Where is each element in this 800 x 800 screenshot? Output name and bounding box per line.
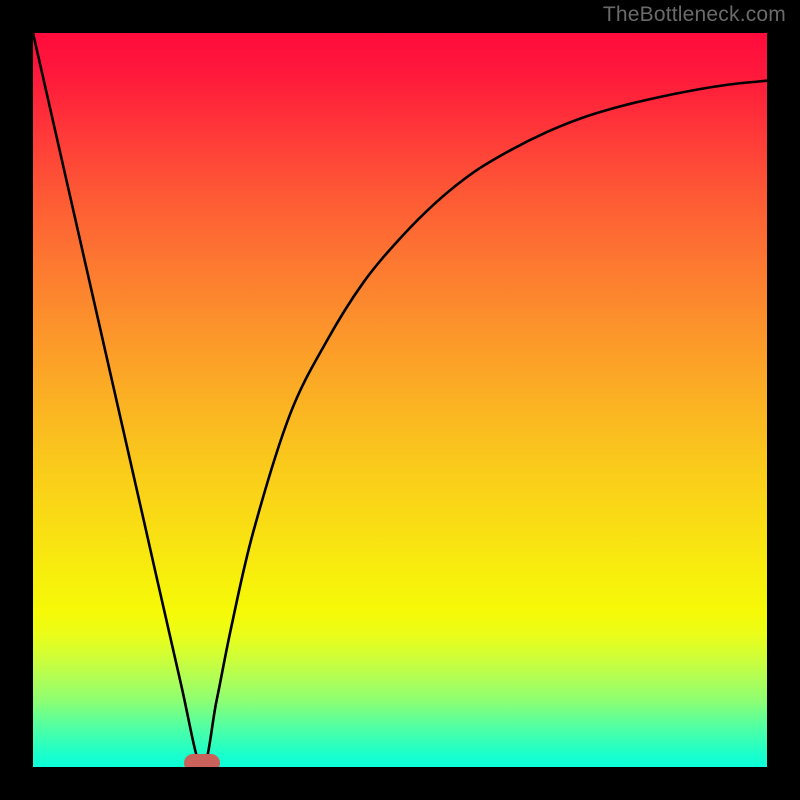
plot-area bbox=[33, 33, 767, 767]
curve-svg bbox=[33, 33, 767, 767]
chart-frame: TheBottleneck.com bbox=[0, 0, 800, 800]
optimum-marker bbox=[184, 754, 220, 767]
bottleneck-curve bbox=[33, 33, 767, 767]
watermark: TheBottleneck.com bbox=[603, 3, 786, 27]
